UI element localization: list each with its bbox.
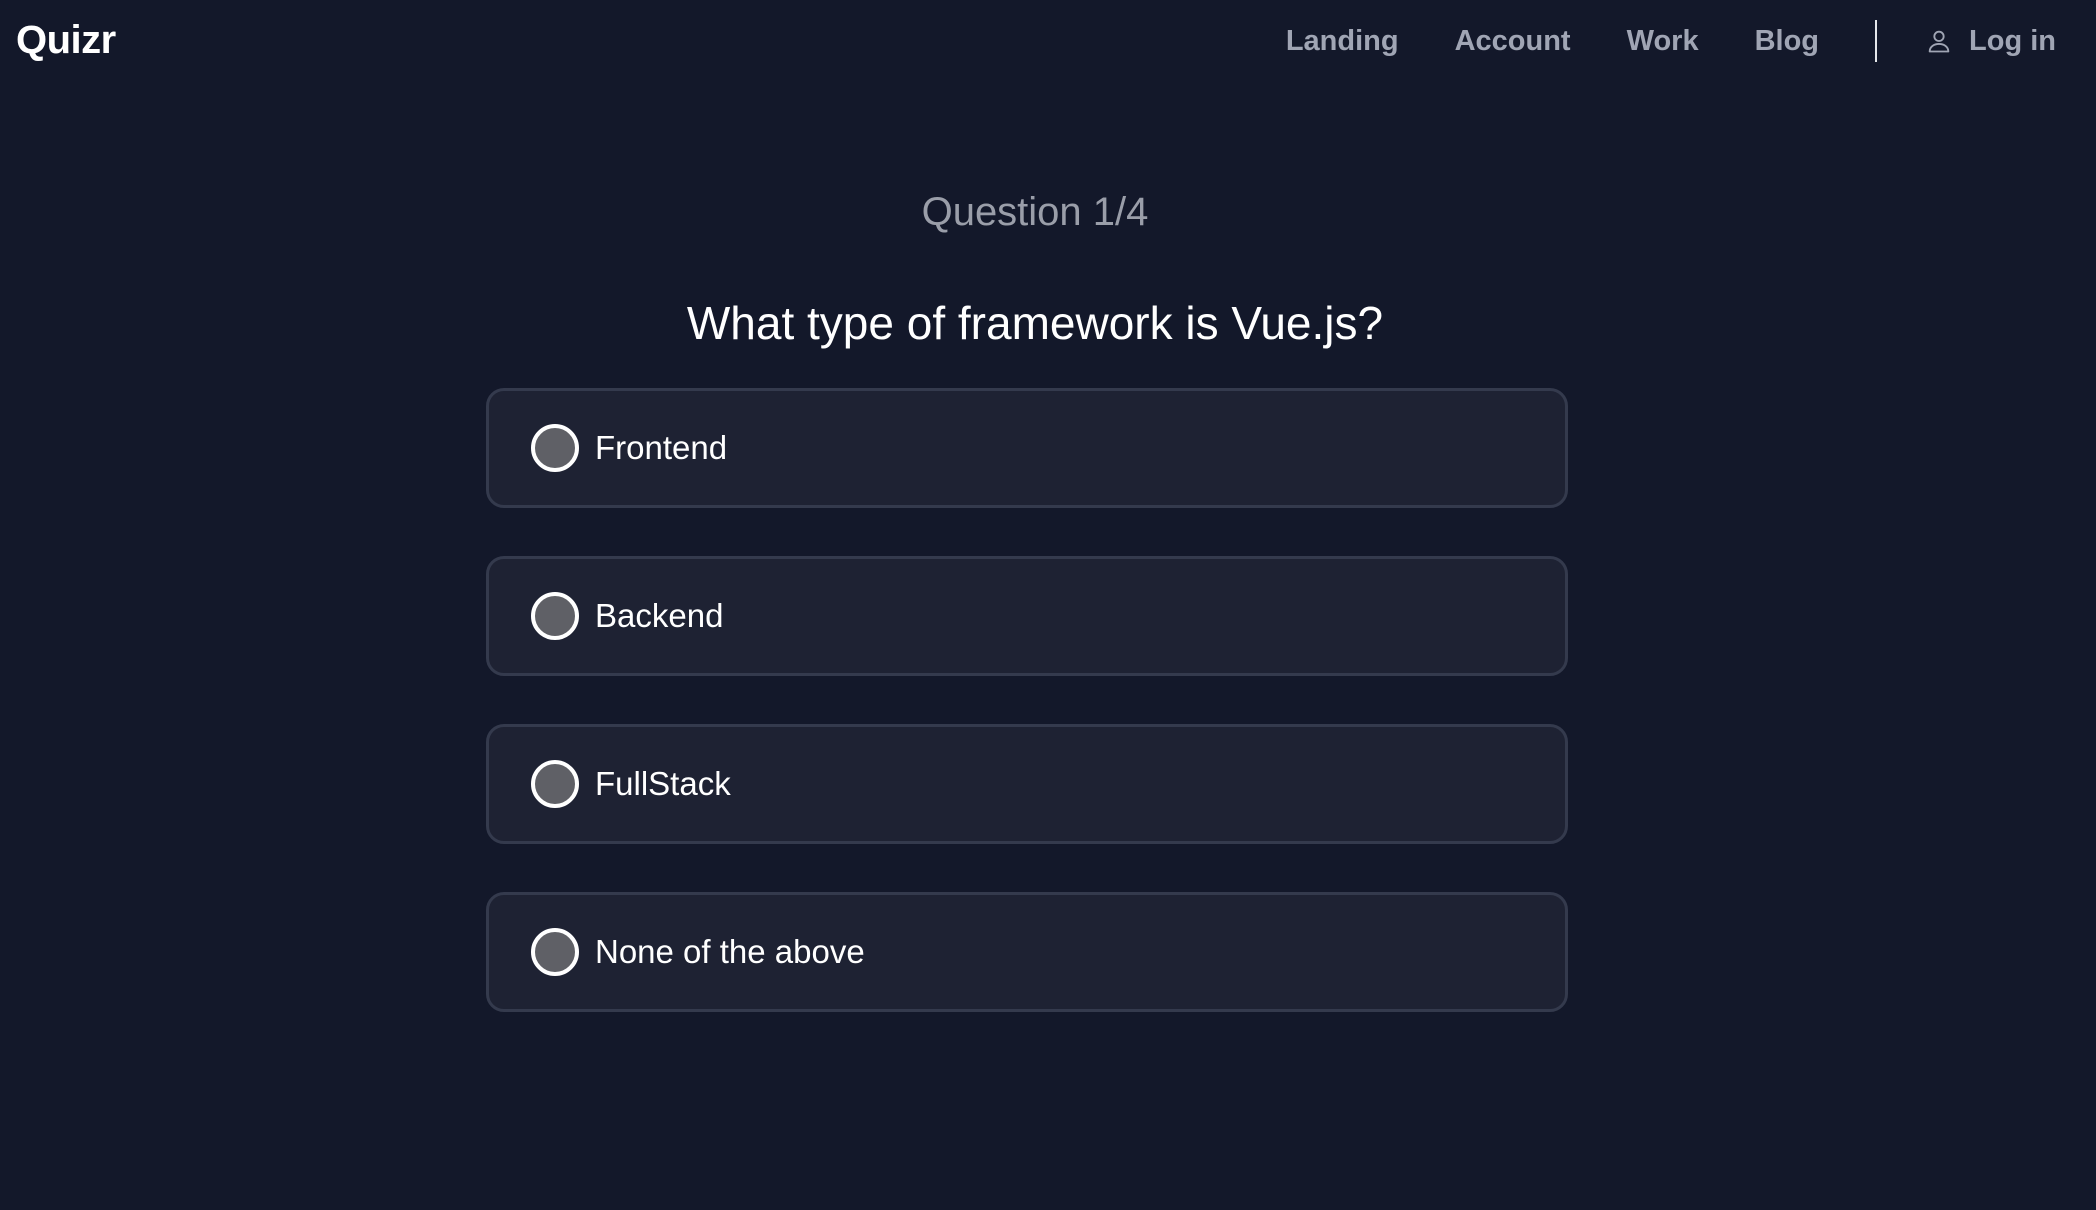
user-icon — [1928, 30, 1950, 53]
answer-option-backend[interactable]: Backend — [486, 556, 1568, 676]
answer-options: Frontend Backend FullStack None of the a… — [486, 388, 1568, 1060]
top-navbar: Quizr Landing Account Work Blog Log in — [0, 0, 2096, 82]
radio-button[interactable] — [531, 592, 579, 640]
login-label: Log in — [1969, 24, 2056, 57]
nav-link-landing[interactable]: Landing — [1286, 25, 1399, 58]
answer-option-frontend[interactable]: Frontend — [486, 388, 1568, 508]
question-text: What type of framework is Vue.js? — [686, 297, 1384, 349]
nav-link-account[interactable]: Account — [1455, 25, 1571, 58]
answer-option-label: None of the above — [595, 933, 865, 970]
question-counter: Question 1/4 — [921, 190, 1149, 234]
answer-option-label: Frontend — [595, 429, 728, 466]
answer-option-none[interactable]: None of the above — [486, 892, 1568, 1012]
radio-button[interactable] — [531, 760, 579, 808]
login-button[interactable]: Log in — [1925, 25, 2056, 58]
nav-link-blog[interactable]: Blog — [1755, 25, 1819, 58]
answer-option-fullstack[interactable]: FullStack — [486, 724, 1568, 844]
nav-divider — [1875, 20, 1878, 62]
nav-links: Landing Account Work Blog Log in — [1286, 20, 2056, 62]
answer-option-label: FullStack — [595, 765, 731, 802]
radio-button[interactable] — [531, 928, 579, 976]
answer-option-label: Backend — [595, 597, 724, 634]
nav-link-work[interactable]: Work — [1627, 25, 1699, 58]
brand-logo[interactable]: Quizr — [16, 18, 116, 63]
radio-button[interactable] — [531, 424, 579, 472]
